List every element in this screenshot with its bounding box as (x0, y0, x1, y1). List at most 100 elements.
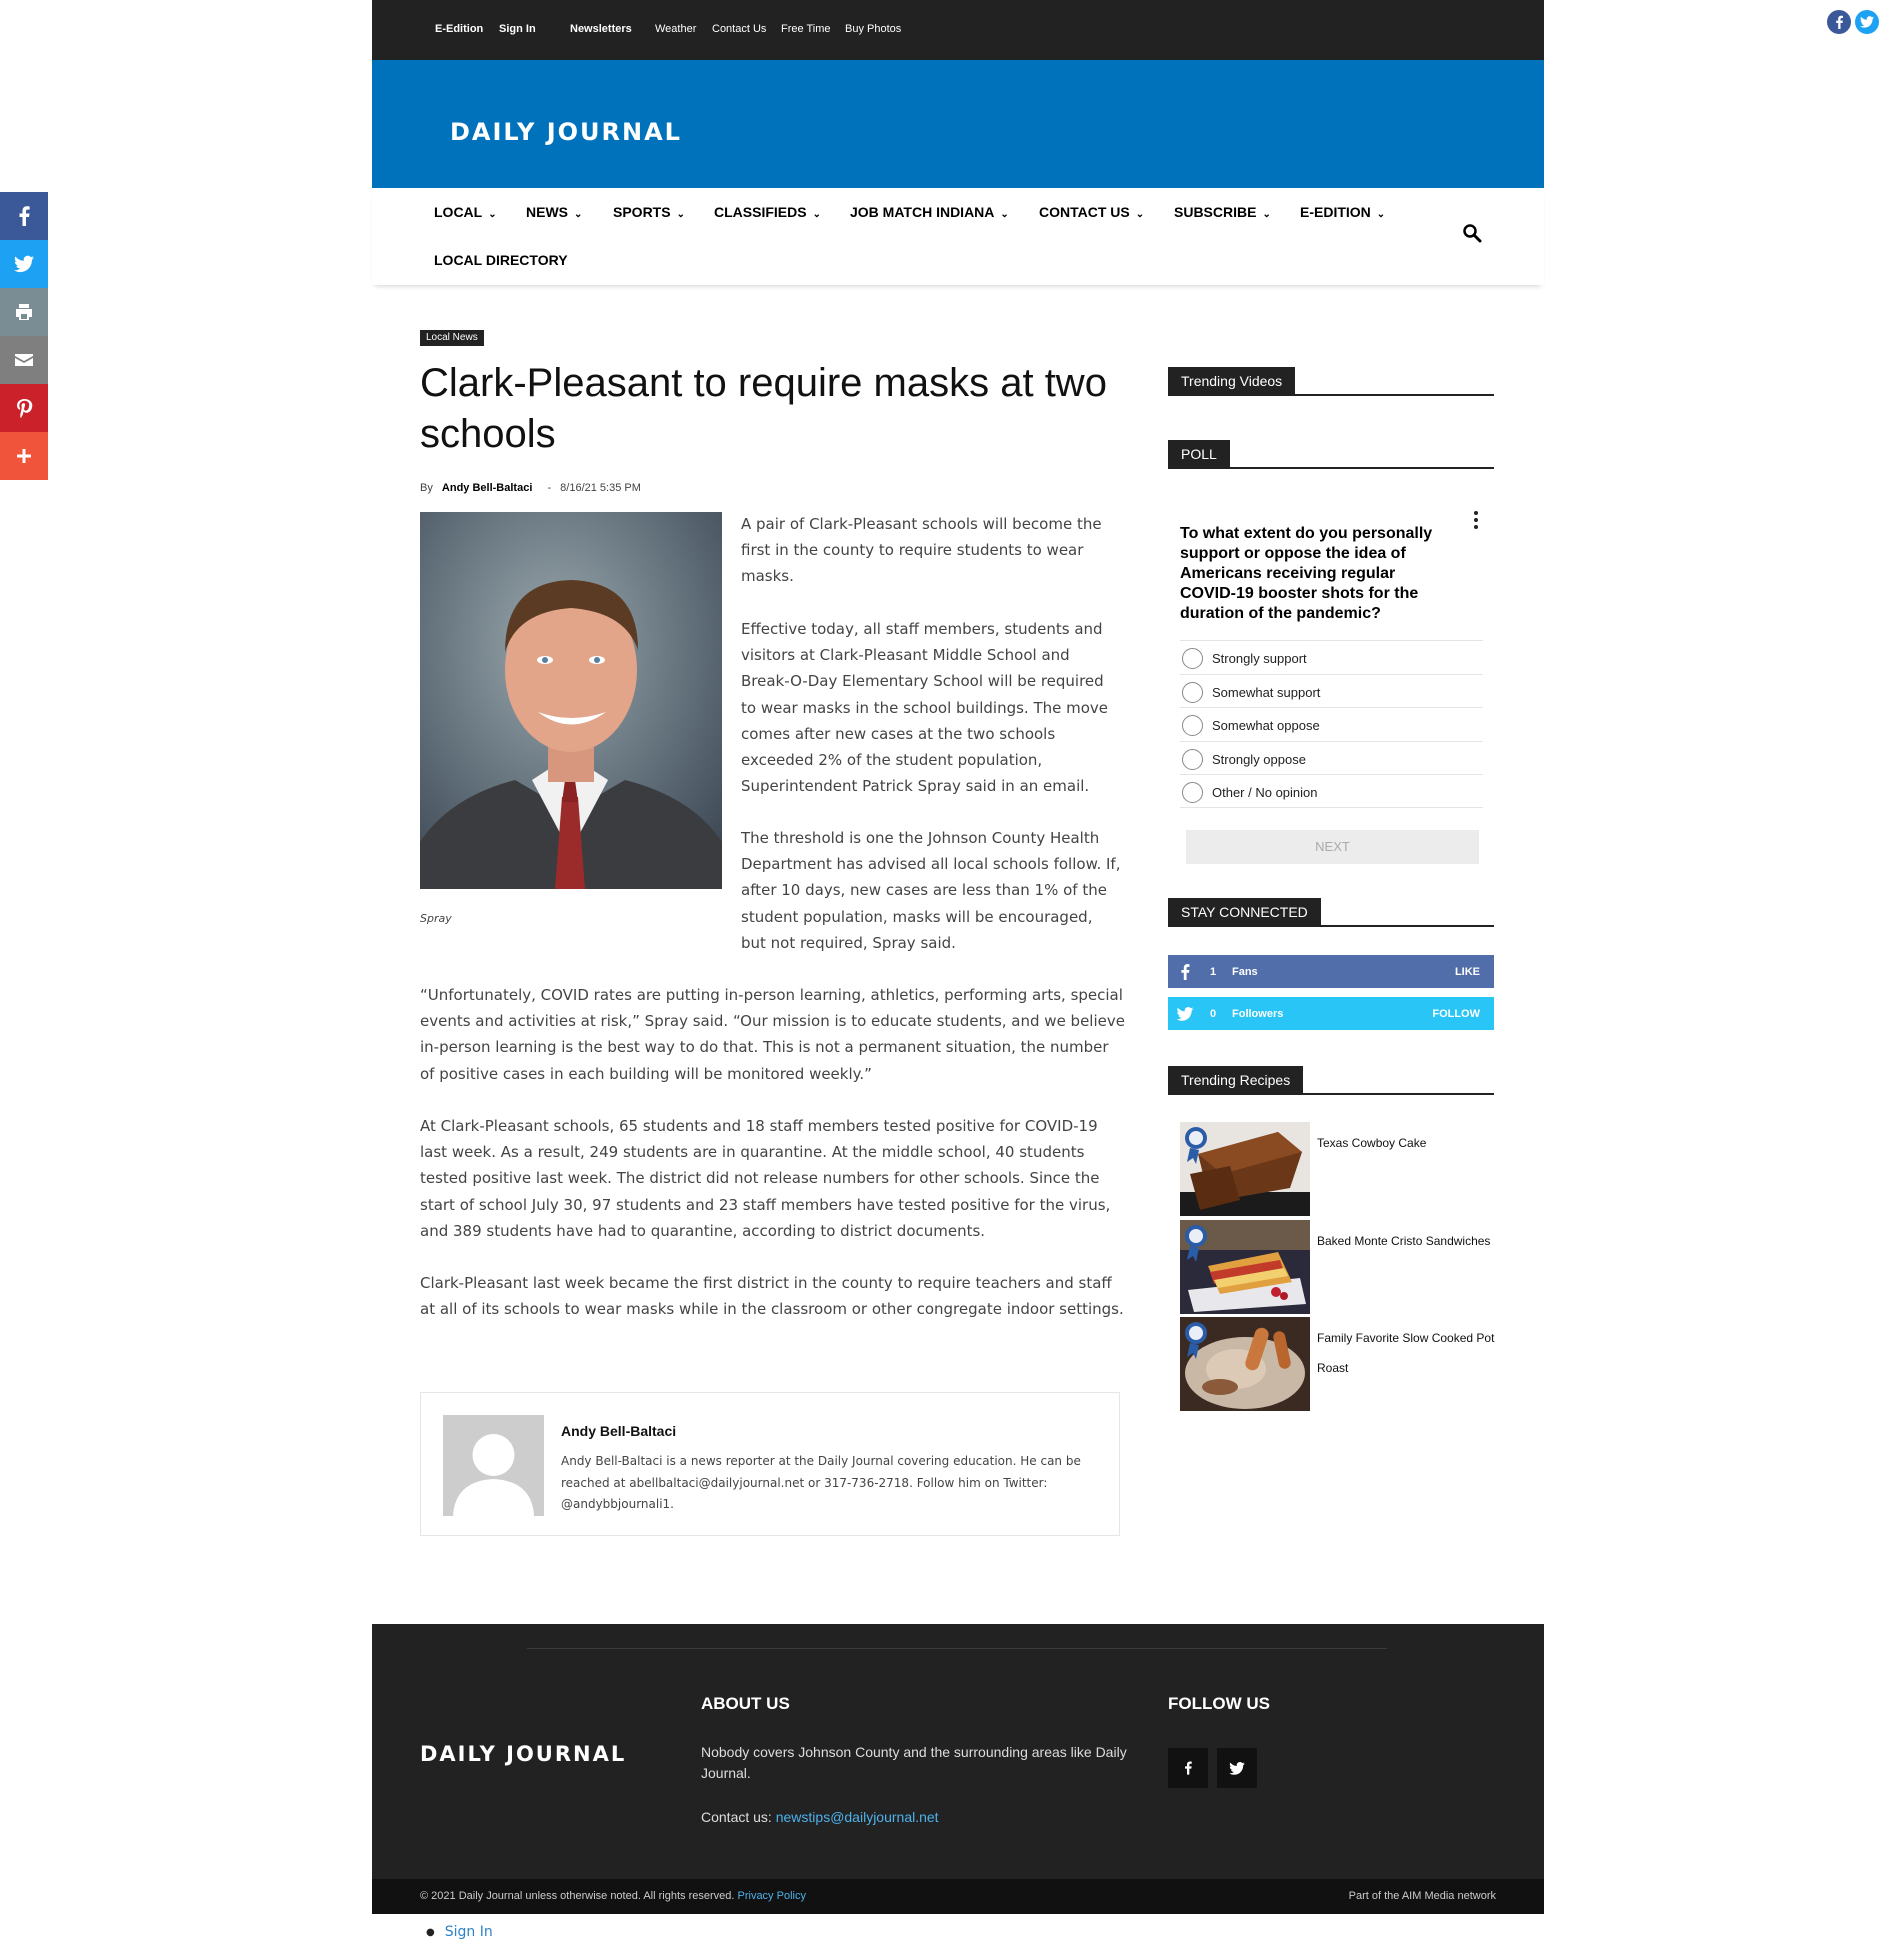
radio-button[interactable] (1182, 715, 1203, 736)
more-vertical-icon[interactable] (1471, 510, 1481, 530)
follow-button[interactable]: FOLLOW (1432, 1008, 1480, 1020)
share-email-button[interactable] (0, 336, 48, 384)
sign-in-link[interactable]: Sign In (445, 1924, 493, 1940)
nav-item-sports[interactable]: SPORTS ⌄ (613, 204, 685, 220)
category-tag[interactable]: Local News (420, 330, 484, 346)
share-twitter-button[interactable] (0, 240, 48, 288)
stay-connected-header: STAY CONNECTED (1168, 898, 1494, 927)
search-icon[interactable] (1462, 223, 1482, 243)
recipe-item[interactable]: Family Favorite Slow Cooked Pot Roast (1180, 1317, 1500, 1411)
poll-option[interactable]: Strongly support (1180, 640, 1483, 674)
nav-item-label: SUBSCRIBE (1174, 204, 1257, 220)
byline-prefix: By (420, 482, 433, 494)
poll-option[interactable]: Other / No opinion (1180, 774, 1483, 808)
radio-button[interactable] (1182, 782, 1203, 803)
topbar-link-contact-us[interactable]: Contact Us (712, 23, 766, 35)
author-box: Andy Bell-Baltaci Andy Bell-Baltaci is a… (420, 1392, 1120, 1536)
article-paragraph: Clark-Pleasant last week became the firs… (420, 1274, 1124, 1319)
site-logo[interactable]: DAILY JOURNAL (450, 118, 682, 146)
topbar-link-weather[interactable]: Weather (655, 23, 696, 35)
share-more-button[interactable] (0, 432, 48, 480)
chevron-down-icon: ⌄ (1376, 209, 1386, 220)
recipe-image[interactable] (1180, 1220, 1310, 1314)
recipe-image[interactable] (1180, 1317, 1310, 1411)
site-footer: DAILY JOURNAL ABOUT US Nobody covers Joh… (372, 1624, 1544, 1914)
recipe-title[interactable]: Family Favorite Slow Cooked Pot Roast (1317, 1323, 1495, 1383)
footer-follow-heading: FOLLOW US (1168, 1694, 1270, 1713)
nav-item-label: JOB MATCH INDIANA (850, 204, 995, 220)
bullet-icon: ● (426, 1926, 435, 1938)
byline-date: 8/16/21 5:35 PM (560, 482, 641, 494)
footer-about-heading: ABOUT US (701, 1694, 790, 1713)
copyright: © 2021 Daily Journal unless otherwise no… (420, 1890, 806, 1902)
bottom-sign-in: ● Sign In (426, 1924, 493, 1940)
chevron-down-icon: ⌄ (488, 209, 497, 220)
footer-contact-label: Contact us: (701, 1809, 772, 1825)
share-facebook-button[interactable] (0, 192, 48, 240)
footer-bottom-bar: © 2021 Daily Journal unless otherwise no… (372, 1879, 1544, 1914)
nav-item-subscribe[interactable]: SUBSCRIBE ⌄ (1174, 204, 1271, 220)
nav-item-contact-us[interactable]: CONTACT US ⌄ (1039, 204, 1144, 220)
topbar-link-buy-photos[interactable]: Buy Photos (845, 23, 901, 35)
recipe-title[interactable]: Texas Cowboy Cake (1317, 1128, 1495, 1158)
radio-button[interactable] (1182, 682, 1203, 703)
footer-logo[interactable]: DAILY JOURNAL (420, 1742, 626, 1766)
poll-next-button[interactable]: NEXT (1186, 830, 1479, 864)
topbar-link-e-edition[interactable]: E-Edition (435, 23, 483, 35)
share-pinterest-button[interactable] (0, 384, 48, 432)
topbar-link-free-time[interactable]: Free Time (781, 23, 831, 35)
block-title-label: Trending Videos (1168, 367, 1296, 394)
footer-facebook-button[interactable] (1168, 1748, 1208, 1788)
chevron-down-icon: ⌄ (676, 209, 685, 220)
main-nav: LOCAL ⌄ NEWS ⌄ SPORTS ⌄ CLASSIFIEDS ⌄ JOB MA… (372, 188, 1544, 285)
poll-option[interactable]: Somewhat support (1180, 674, 1483, 708)
footer-twitter-button[interactable] (1217, 1748, 1257, 1788)
nav-item-label: SPORTS (613, 204, 671, 220)
twitter-icon[interactable] (1855, 10, 1879, 34)
chevron-down-icon: ⌄ (1262, 209, 1271, 220)
poll-option[interactable]: Somewhat oppose (1180, 707, 1483, 741)
nav-item-news[interactable]: NEWS ⌄ (526, 204, 582, 220)
email-icon (15, 354, 33, 366)
topbar-link-sign-in[interactable]: Sign In (499, 23, 536, 35)
radio-button[interactable] (1182, 749, 1203, 770)
facebook-fans-row[interactable]: 1 Fans LIKE (1168, 955, 1494, 988)
poll-option[interactable]: Strongly oppose (1180, 741, 1483, 775)
article-paragraph: At Clark-Pleasant schools, 65 students a… (420, 1117, 1111, 1240)
nav-item-job-match-indiana[interactable]: JOB MATCH INDIANA ⌄ (850, 204, 1009, 220)
privacy-policy-link[interactable]: Privacy Policy (738, 1890, 806, 1902)
recipe-title[interactable]: Baked Monte Cristo Sandwiches (1317, 1226, 1495, 1256)
block-title-label: Trending Recipes (1168, 1066, 1304, 1093)
network-text: Part of the AIM Media network (1348, 1890, 1496, 1902)
byline-separator: - (547, 482, 552, 494)
poll-option-label: Strongly oppose (1212, 752, 1306, 767)
twitter-icon (1229, 1761, 1245, 1775)
article-paragraph: Effective today, all staff members, stud… (741, 620, 1109, 796)
byline-author[interactable]: Andy Bell-Baltaci (442, 482, 532, 494)
footer-divider (527, 1648, 1387, 1649)
facebook-icon (19, 206, 30, 226)
recipe-item[interactable]: Baked Monte Cristo Sandwiches (1180, 1220, 1500, 1314)
radio-button[interactable] (1182, 648, 1203, 669)
nav-item-classifieds[interactable]: CLASSIFIEDS ⌄ (714, 204, 821, 220)
twitter-icon (1176, 1007, 1194, 1021)
twitter-followers-row[interactable]: 0 Followers FOLLOW (1168, 997, 1494, 1030)
footer-contact-email[interactable]: newstips@dailyjournal.net (776, 1809, 939, 1825)
topbar-link-newsletters[interactable]: Newsletters (570, 23, 632, 35)
fans-label: Fans (1232, 966, 1258, 978)
like-button[interactable]: LIKE (1455, 966, 1480, 978)
author-name[interactable]: Andy Bell-Baltaci (561, 1423, 676, 1439)
article-paragraph: “Unfortunately, COVID rates are putting … (420, 986, 1125, 1083)
facebook-icon[interactable] (1827, 10, 1851, 34)
facebook-icon (1181, 964, 1190, 980)
byline: By Andy Bell-Baltaci - 8/16/21 5:35 PM (420, 482, 641, 494)
facebook-icon (1185, 1761, 1192, 1775)
recipe-image[interactable] (1180, 1122, 1310, 1216)
share-print-button[interactable] (0, 288, 48, 336)
avatar[interactable] (443, 1415, 544, 1516)
nav-item-e-edition[interactable]: E-EDITION ⌄ (1300, 204, 1385, 220)
nav-item-local-directory[interactable]: LOCAL DIRECTORY (434, 252, 568, 268)
nav-item-local[interactable]: LOCAL ⌄ (434, 204, 497, 220)
recipe-item[interactable]: Texas Cowboy Cake (1180, 1122, 1500, 1216)
pinterest-icon (17, 399, 33, 418)
